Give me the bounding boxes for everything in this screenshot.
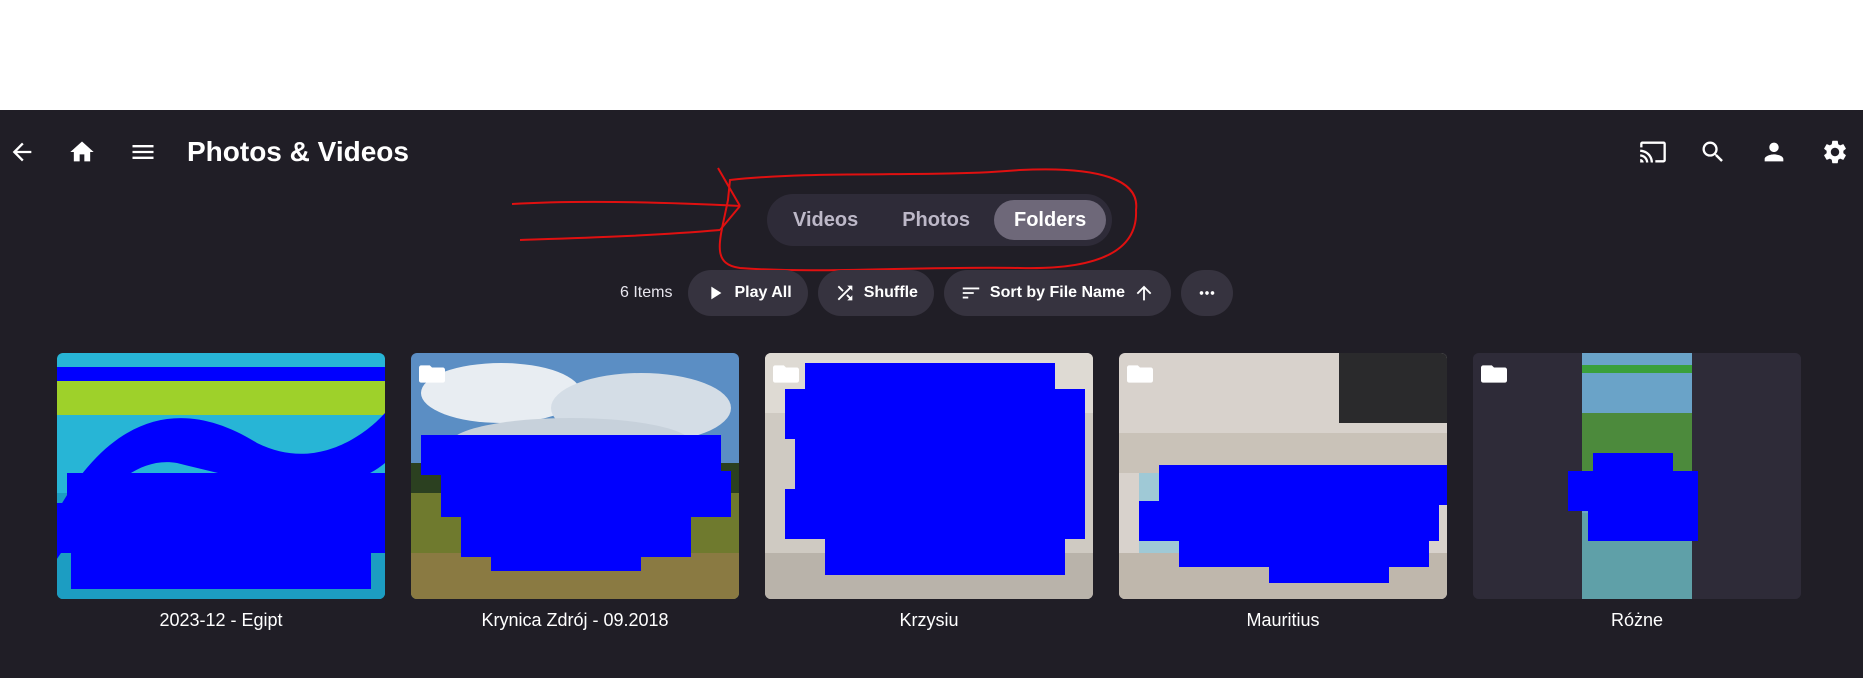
view-tabs: Videos Photos Folders <box>767 194 1113 246</box>
menu-button[interactable] <box>121 130 165 174</box>
thumbnail-image <box>1473 353 1801 599</box>
thumbnail-image <box>1119 353 1447 599</box>
folder-name: Różne <box>1610 610 1664 630</box>
shuffle-button[interactable]: Shuffle <box>817 270 934 316</box>
home-button[interactable] <box>60 130 104 174</box>
search-button[interactable] <box>1691 130 1735 174</box>
top-white-area <box>0 0 1863 110</box>
folder-card[interactable]: 2023-12 - Egipt <box>57 353 385 631</box>
settings-button[interactable] <box>1813 130 1857 174</box>
folder-icon <box>1481 363 1507 385</box>
thumbnail-image <box>57 353 385 599</box>
play-all-button[interactable]: Play All <box>688 270 808 316</box>
tab-photos[interactable]: Photos <box>882 200 990 240</box>
tab-folders[interactable]: Folders <box>994 200 1107 240</box>
folder-thumbnail <box>1119 353 1447 599</box>
play-all-label: Play All <box>734 284 792 301</box>
sort-label: Sort by File Name <box>989 284 1126 301</box>
folder-thumbnail <box>765 353 1093 599</box>
more-horizontal-icon <box>1199 291 1215 295</box>
app-header: Photos & Videos <box>0 110 1863 194</box>
search-icon <box>1702 141 1723 162</box>
media-app: Photos & Videos Videos Photos Folders 6 … <box>0 110 1863 678</box>
sort-button[interactable]: Sort by File Name <box>943 270 1172 316</box>
page-title: Photos & Videos <box>187 136 409 167</box>
media-toolbar: 6 Items Play All Shuffle Sort by File Na… <box>620 270 1234 316</box>
folder-thumbnail <box>1473 353 1801 599</box>
cast-button[interactable] <box>1631 130 1675 174</box>
thumbnail-image <box>765 353 1093 599</box>
folder-icon <box>1127 363 1153 385</box>
back-button[interactable] <box>0 130 44 174</box>
home-icon <box>70 141 94 162</box>
folder-name: Krynica Zdrój - 09.2018 <box>481 610 669 630</box>
cast-icon <box>1640 141 1666 163</box>
more-options-button[interactable] <box>1181 270 1234 316</box>
item-count: 6 Items <box>620 284 673 301</box>
folder-card[interactable]: Krzysiu <box>765 353 1093 631</box>
folder-name: 2023-12 - Egipt <box>159 610 283 630</box>
menu-icon <box>132 145 154 159</box>
folder-card[interactable]: Mauritius <box>1119 353 1447 631</box>
folder-thumbnail <box>57 353 385 599</box>
user-icon <box>1764 142 1784 162</box>
folder-name: Mauritius <box>1246 610 1320 630</box>
arrow-up-icon <box>1136 285 1152 301</box>
shuffle-label: Shuffle <box>863 284 918 301</box>
shuffle-icon <box>837 285 853 301</box>
play-icon <box>711 286 722 300</box>
folder-name: Krzysiu <box>899 610 959 630</box>
tab-videos[interactable]: Videos <box>773 200 878 240</box>
folder-thumbnail <box>411 353 739 599</box>
arrow-left-icon <box>12 142 32 162</box>
folder-grid: 2023-12 - Egipt Krynica Zdrój - 09.2018 … <box>57 353 1801 631</box>
sort-icon <box>962 287 980 299</box>
settings-icon <box>1824 140 1846 164</box>
folder-card[interactable]: Krynica Zdrój - 09.2018 <box>411 353 739 631</box>
folder-card[interactable]: Różne <box>1473 353 1801 631</box>
folder-icon <box>419 363 445 385</box>
thumbnail-image <box>411 353 739 599</box>
folder-icon <box>773 363 799 385</box>
user-button[interactable] <box>1752 130 1796 174</box>
